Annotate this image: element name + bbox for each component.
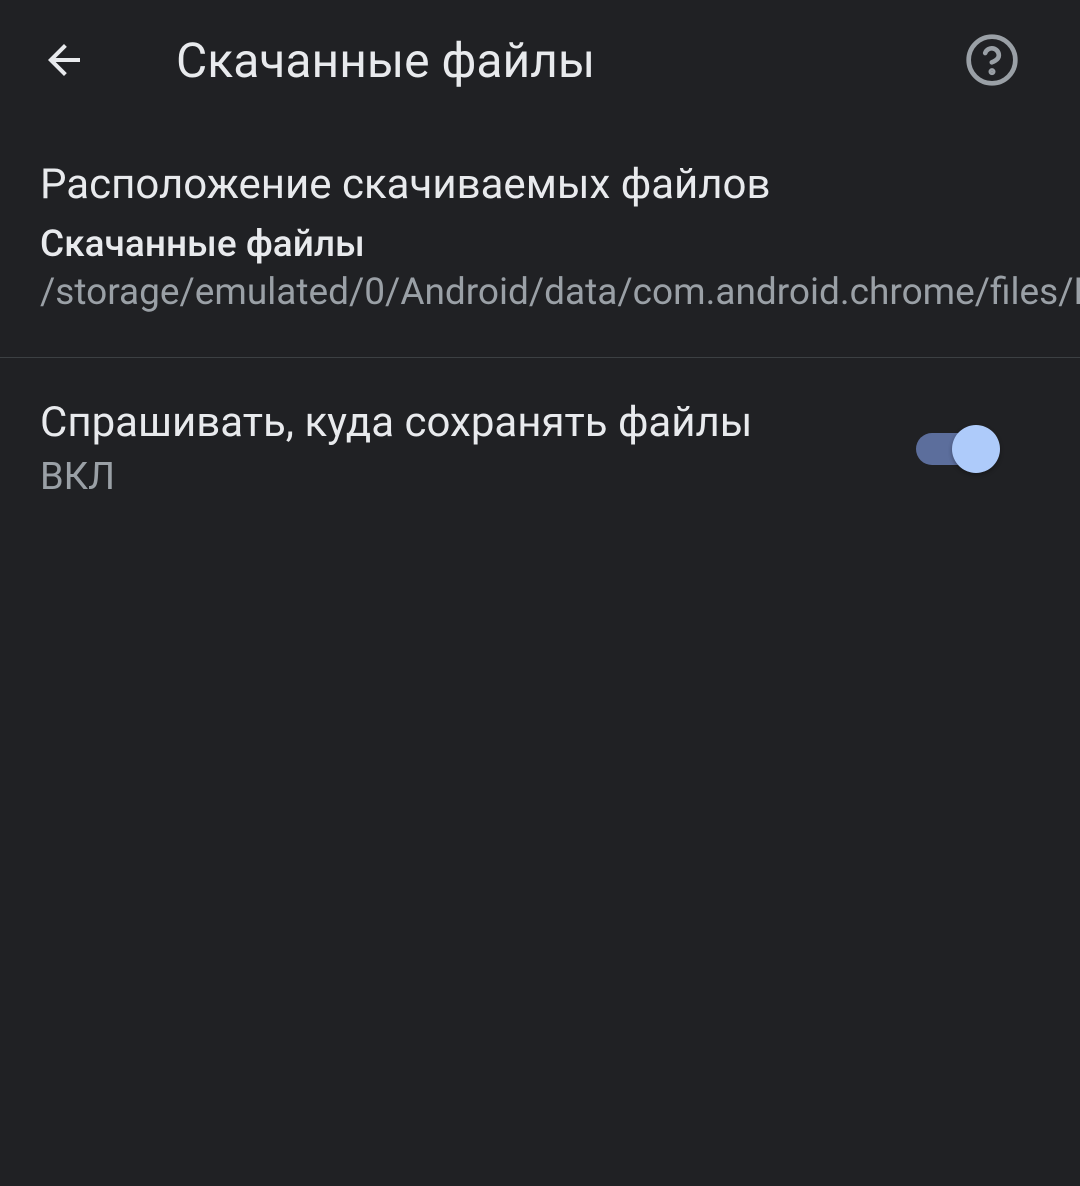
ask-where-to-save-status: ВКЛ	[40, 455, 916, 499]
header: Скачанные файлы	[0, 0, 1080, 120]
help-icon	[964, 32, 1020, 88]
download-location-prefix: Скачанные файлы	[40, 223, 365, 266]
help-button[interactable]	[964, 32, 1020, 88]
back-button[interactable]	[40, 36, 88, 84]
ask-where-to-save-section[interactable]: Спрашивать, куда сохранять файлы ВКЛ	[0, 358, 1080, 539]
page-title: Скачанные файлы	[176, 32, 964, 89]
download-location-section[interactable]: Расположение скачиваемых файлов Скачанны…	[0, 120, 1080, 357]
arrow-back-icon	[40, 36, 88, 84]
download-location-path: Скачанные файлы /storage/emulated/0/Andr…	[40, 221, 1040, 317]
ask-where-to-save-title: Спрашивать, куда сохранять файлы	[40, 398, 916, 447]
download-location-value: /storage/emulated/0/Android/data/com.and…	[40, 271, 1080, 314]
ask-where-to-save-toggle[interactable]	[916, 429, 994, 469]
ask-where-to-save-text: Спрашивать, куда сохранять файлы ВКЛ	[40, 398, 916, 499]
toggle-thumb	[952, 425, 1000, 473]
download-location-title: Расположение скачиваемых файлов	[40, 160, 1040, 209]
